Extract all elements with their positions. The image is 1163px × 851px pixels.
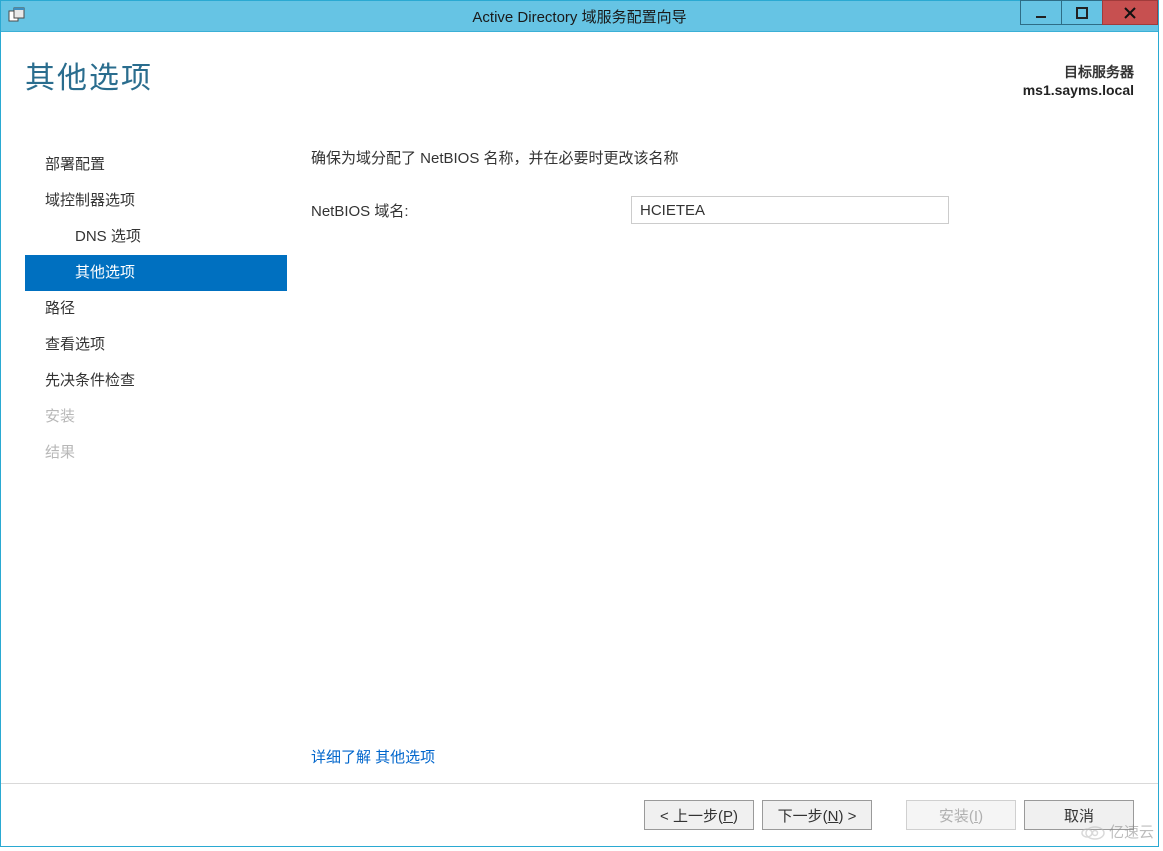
sidebar-item-8: 结果 xyxy=(25,435,287,471)
netbios-label: NetBIOS 域名: xyxy=(311,200,631,221)
netbios-input[interactable] xyxy=(631,196,949,224)
maximize-button[interactable] xyxy=(1061,0,1103,25)
window-controls xyxy=(1021,0,1158,25)
next-button[interactable]: 下一步(N) > xyxy=(762,800,872,830)
previous-button[interactable]: < 上一步(P) xyxy=(644,800,754,830)
target-server-label: 目标服务器 xyxy=(1023,62,1134,82)
target-server-host: ms1.sayms.local xyxy=(1023,82,1134,98)
wizard-upper: 其他选项 目标服务器 ms1.sayms.local 部署配置域控制器选项DNS… xyxy=(1,32,1158,783)
wizard-footer: < 上一步(P) 下一步(N) > 安装(I) 取消 xyxy=(1,783,1158,846)
sidebar-item-2[interactable]: DNS 选项 xyxy=(25,219,287,255)
close-button[interactable] xyxy=(1102,0,1158,25)
sidebar-item-1[interactable]: 域控制器选项 xyxy=(25,183,287,219)
titlebar: Active Directory 域服务配置向导 xyxy=(1,1,1158,32)
wizard-body: 其他选项 目标服务器 ms1.sayms.local 部署配置域控制器选项DNS… xyxy=(1,32,1158,846)
cancel-button[interactable]: 取消 xyxy=(1024,800,1134,830)
learn-more: 详细了解 其他选项 xyxy=(311,746,1134,767)
sidebar-item-3[interactable]: 其他选项 xyxy=(25,255,287,291)
sidebar-item-5[interactable]: 查看选项 xyxy=(25,327,287,363)
sidebar-item-0[interactable]: 部署配置 xyxy=(25,147,287,183)
target-server-block: 目标服务器 ms1.sayms.local xyxy=(1023,62,1134,98)
wizard-sidebar: 部署配置域控制器选项DNS 选项其他选项路径查看选项先决条件检查安装结果 xyxy=(25,143,287,773)
instruction-text: 确保为域分配了 NetBIOS 名称，并在必要时更改该名称 xyxy=(311,147,1134,168)
learn-more-link[interactable]: 详细了解 其他选项 xyxy=(311,749,435,766)
sidebar-item-7: 安装 xyxy=(25,399,287,435)
sidebar-item-4[interactable]: 路径 xyxy=(25,291,287,327)
header-row: 其他选项 目标服务器 ms1.sayms.local xyxy=(25,62,1134,98)
wizard-window: Active Directory 域服务配置向导 其他选项 xyxy=(0,0,1159,847)
install-button: 安装(I) xyxy=(906,800,1016,830)
netbios-row: NetBIOS 域名: xyxy=(311,196,1134,224)
sidebar-item-6[interactable]: 先决条件检查 xyxy=(25,363,287,399)
app-icon xyxy=(7,6,27,26)
window-title: Active Directory 域服务配置向导 xyxy=(1,6,1158,27)
wizard-content: 确保为域分配了 NetBIOS 名称，并在必要时更改该名称 NetBIOS 域名… xyxy=(287,143,1134,773)
page-title: 其他选项 xyxy=(25,62,153,95)
minimize-button[interactable] xyxy=(1020,0,1062,25)
